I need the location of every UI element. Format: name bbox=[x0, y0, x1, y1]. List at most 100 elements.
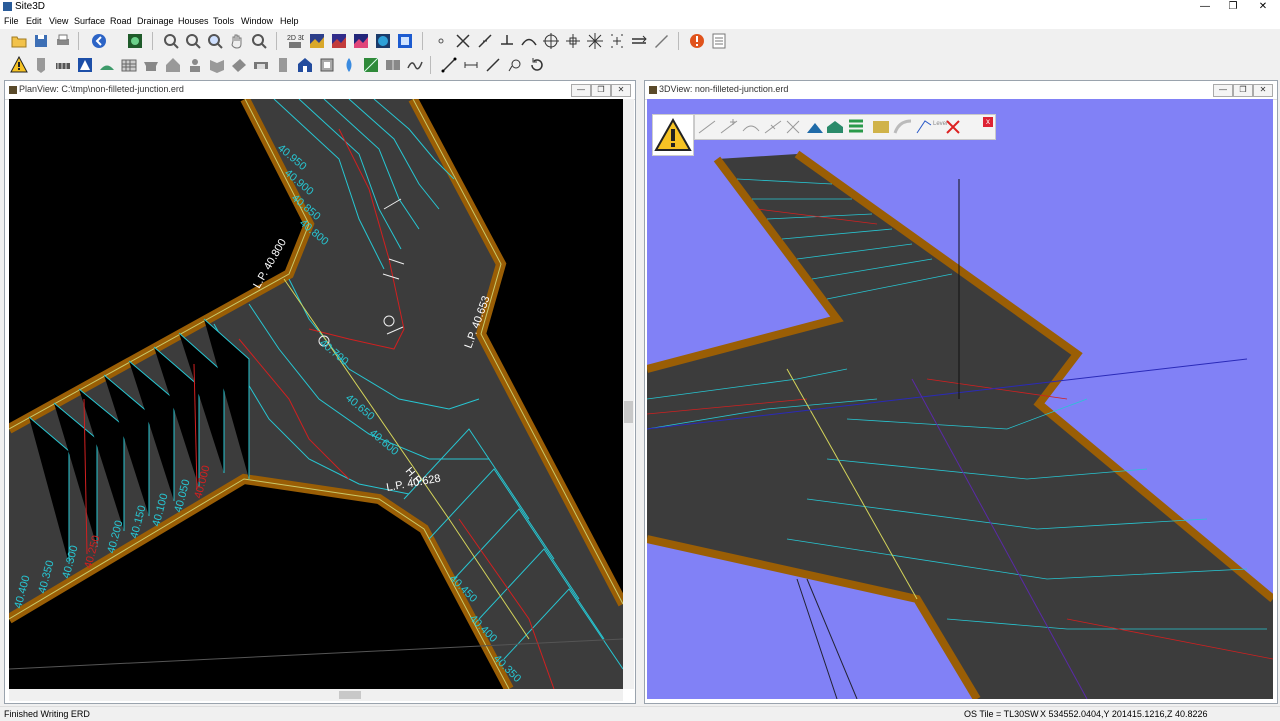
open-folder-icon[interactable] bbox=[10, 32, 28, 50]
plan-view-horizontal-scrollbar[interactable] bbox=[9, 689, 623, 701]
pen-icon[interactable] bbox=[652, 32, 670, 50]
dimension-icon[interactable] bbox=[462, 56, 480, 74]
save-icon[interactable] bbox=[32, 32, 50, 50]
terrain-view-5-icon[interactable] bbox=[396, 32, 414, 50]
floating-toolbar-close-button[interactable]: x bbox=[983, 117, 993, 127]
back-icon[interactable] bbox=[90, 32, 108, 50]
terrain-view-2-icon[interactable] bbox=[330, 32, 348, 50]
secondary-toolbar bbox=[0, 53, 1280, 77]
draw-line-icon[interactable] bbox=[698, 120, 716, 134]
plan-view-vertical-thumb[interactable] bbox=[624, 401, 633, 423]
grass-icon[interactable] bbox=[98, 56, 116, 74]
menu-houses[interactable]: Houses bbox=[178, 16, 209, 26]
tag-icon[interactable] bbox=[32, 56, 50, 74]
pan-hand-icon[interactable] bbox=[228, 32, 246, 50]
kerb-icon[interactable] bbox=[54, 56, 72, 74]
plan-view-minimize-button[interactable]: — bbox=[571, 84, 591, 97]
print-icon[interactable] bbox=[54, 32, 72, 50]
terrain-view-4-icon[interactable] bbox=[374, 32, 392, 50]
node-icon[interactable] bbox=[764, 120, 782, 134]
house-blue-icon[interactable] bbox=[296, 56, 314, 74]
line-icon[interactable] bbox=[484, 56, 502, 74]
house-icon[interactable] bbox=[164, 56, 182, 74]
terrain-b-icon[interactable] bbox=[827, 121, 843, 133]
perpendicular-icon[interactable] bbox=[498, 32, 516, 50]
warning-circle-icon[interactable] bbox=[688, 32, 706, 50]
status-message: Finished Writing ERD bbox=[4, 709, 90, 719]
star-snap-icon[interactable] bbox=[586, 32, 604, 50]
line-snap-icon[interactable] bbox=[476, 32, 494, 50]
3d-warning-panel[interactable] bbox=[652, 114, 694, 156]
menu-file[interactable]: File bbox=[4, 16, 19, 26]
roof-icon[interactable] bbox=[142, 56, 160, 74]
zoom-out-icon[interactable] bbox=[184, 32, 202, 50]
water-icon[interactable] bbox=[340, 56, 358, 74]
wall-icon[interactable] bbox=[384, 56, 402, 74]
plan-view-window[interactable]: PlanView: C:\tmp\non-filleted-junction.e… bbox=[4, 80, 636, 704]
plan-view-restore-button[interactable]: ❐ bbox=[591, 84, 611, 97]
menu-tools[interactable]: Tools bbox=[213, 16, 234, 26]
add-point-icon[interactable] bbox=[720, 119, 738, 134]
zoom-window-icon[interactable] bbox=[250, 32, 268, 50]
3d-view-caption: 3DView: non-filleted-junction.erd — ❐ ✕ bbox=[645, 81, 1277, 100]
menu-window[interactable]: Window bbox=[241, 16, 273, 26]
maximize-button[interactable]: ❐ bbox=[1216, 0, 1250, 14]
menu-road[interactable]: Road bbox=[110, 16, 132, 26]
road-curve-icon[interactable] bbox=[893, 119, 912, 134]
3d-view-canvas[interactable]: Level x bbox=[647, 99, 1273, 699]
garage-icon[interactable] bbox=[252, 56, 270, 74]
menu-drainage[interactable]: Drainage bbox=[137, 16, 174, 26]
move-icon[interactable] bbox=[564, 32, 582, 50]
lasso-icon[interactable] bbox=[506, 56, 524, 74]
plot-icon[interactable] bbox=[208, 56, 226, 74]
list-icon[interactable] bbox=[710, 32, 728, 50]
zoom-extents-icon[interactable] bbox=[206, 32, 224, 50]
tower-icon[interactable] bbox=[274, 56, 292, 74]
zoom-in-icon[interactable] bbox=[162, 32, 180, 50]
point-icon[interactable] bbox=[432, 32, 450, 50]
warning-icon[interactable] bbox=[10, 56, 28, 74]
3d-view-window[interactable]: 3DView: non-filleted-junction.erd — ❐ ✕ bbox=[644, 80, 1278, 704]
surface-icon[interactable] bbox=[126, 32, 144, 50]
roof-slope-icon[interactable] bbox=[230, 56, 248, 74]
plan-view-horizontal-thumb[interactable] bbox=[339, 691, 361, 699]
stack-icon[interactable] bbox=[849, 119, 863, 133]
view-2d-3d-icon[interactable]: 2D 3D bbox=[286, 32, 304, 50]
arc-icon[interactable] bbox=[520, 32, 538, 50]
terrain-view-3-icon[interactable] bbox=[352, 32, 370, 50]
coordinate-readout: X 534552.0404,Y 201415.1216,Z 40.8226 bbox=[1040, 709, 1208, 719]
hatch-icon[interactable] bbox=[873, 121, 889, 133]
graph-icon[interactable] bbox=[406, 56, 424, 74]
menu-view[interactable]: View bbox=[49, 16, 68, 26]
arrow-snap-icon[interactable] bbox=[630, 32, 648, 50]
person-icon[interactable] bbox=[186, 56, 204, 74]
3d-view-close-button[interactable]: ✕ bbox=[1253, 84, 1273, 97]
os-tile-readout: OS Tile = TL30SW bbox=[964, 709, 1039, 719]
polyline-icon[interactable] bbox=[440, 56, 458, 74]
terrain-view-1-icon[interactable] bbox=[308, 32, 326, 50]
menu-surface[interactable]: Surface bbox=[74, 16, 105, 26]
layer-icon[interactable] bbox=[318, 56, 336, 74]
3d-view-minimize-button[interactable]: — bbox=[1213, 84, 1233, 97]
terrain-a-icon[interactable] bbox=[807, 123, 823, 133]
menu-edit[interactable]: Edit bbox=[26, 16, 42, 26]
road-sign-icon[interactable] bbox=[76, 56, 94, 74]
3d-view-restore-button[interactable]: ❐ bbox=[1233, 84, 1253, 97]
menu-help[interactable]: Help bbox=[280, 16, 299, 26]
main-toolbar: 2D 3D bbox=[0, 29, 1280, 53]
warning-icon bbox=[654, 117, 692, 151]
close-red-x-icon[interactable] bbox=[946, 120, 960, 134]
grid-snap-icon[interactable] bbox=[608, 32, 626, 50]
building-icon[interactable] bbox=[120, 56, 138, 74]
target-icon[interactable] bbox=[542, 32, 560, 50]
plan-view-vertical-scrollbar[interactable] bbox=[623, 99, 634, 689]
level-icon[interactable] bbox=[916, 120, 932, 134]
cross-icon[interactable] bbox=[454, 32, 472, 50]
plan-view-canvas[interactable]: 40.950 40.900 40.850 40.800 40.700 40.65… bbox=[9, 99, 623, 689]
green-tile-icon[interactable] bbox=[362, 56, 380, 74]
delete-point-icon[interactable] bbox=[786, 120, 800, 134]
close-button[interactable]: ✕ bbox=[1246, 0, 1280, 14]
curve-icon[interactable] bbox=[742, 125, 760, 132]
plan-view-close-button[interactable]: ✕ bbox=[611, 84, 631, 97]
refresh-icon[interactable] bbox=[528, 56, 546, 74]
